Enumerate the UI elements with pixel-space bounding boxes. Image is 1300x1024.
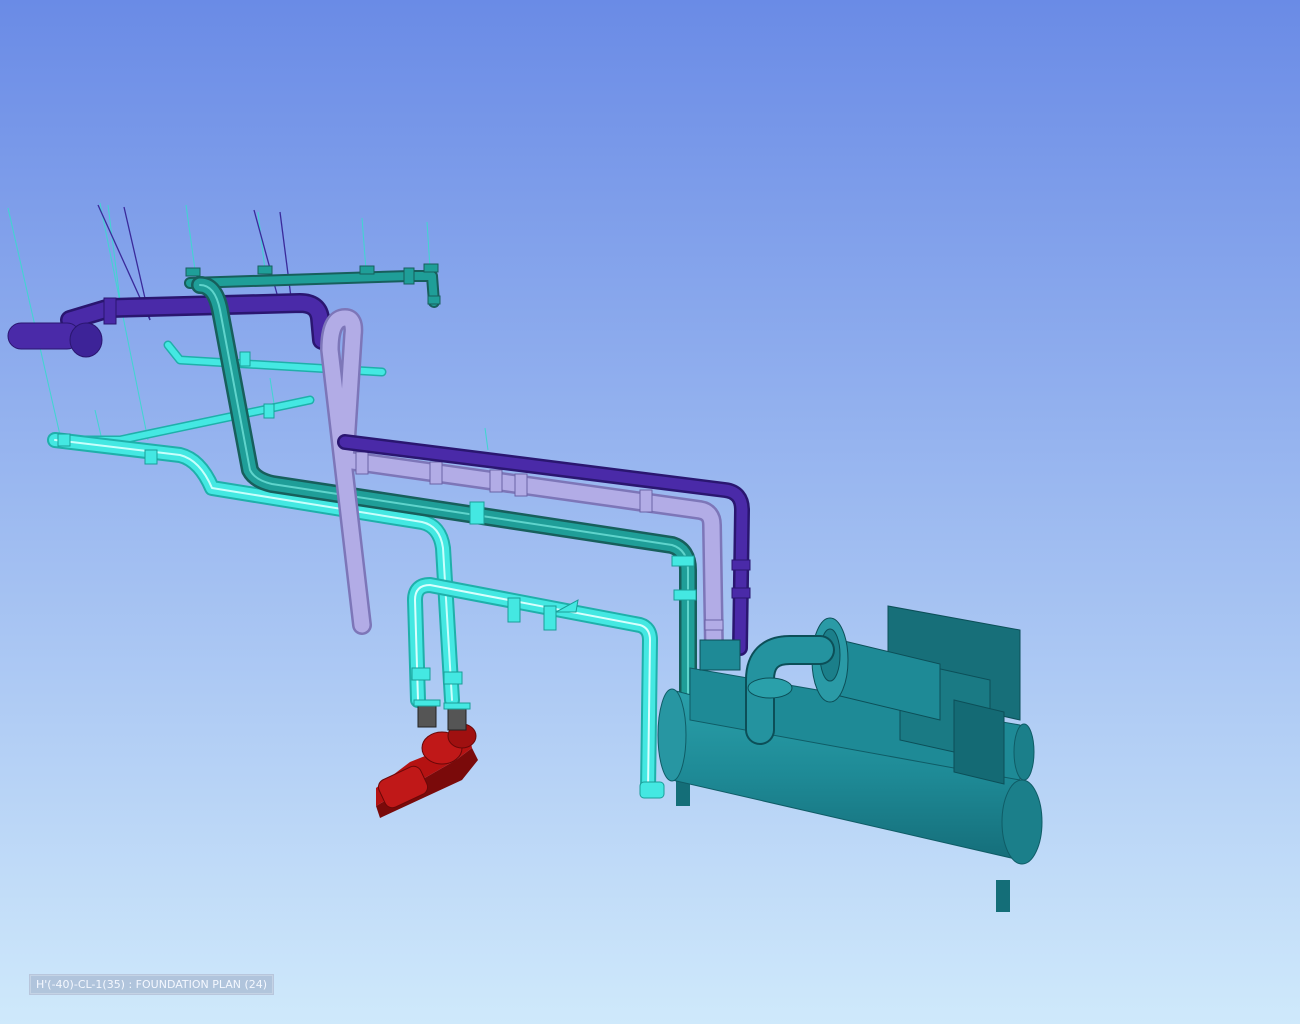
view-status-label: H'(-40)-CL-1(35) : FOUNDATION PLAN (24)	[29, 974, 275, 995]
3d-viewport[interactable]	[0, 0, 1300, 1024]
